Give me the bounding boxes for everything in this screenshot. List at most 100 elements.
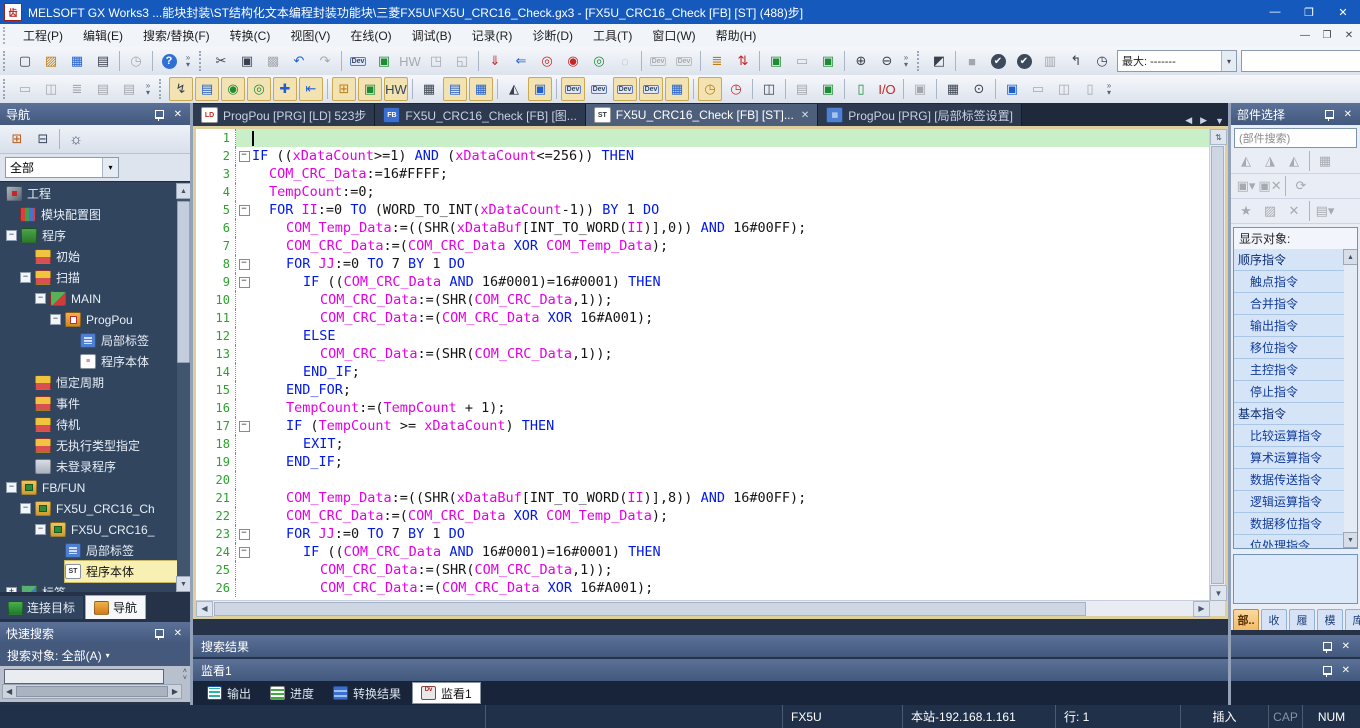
close-icon[interactable]: ✕: [1344, 109, 1352, 120]
tree-expand-icon[interactable]: −: [20, 272, 31, 283]
bottom-tab-进度[interactable]: 进度: [262, 683, 322, 703]
tree-item[interactable]: −FB/FUN: [0, 477, 177, 498]
dock-tab-连接目标[interactable]: 连接目标: [0, 596, 83, 619]
new-project-button[interactable]: ▢: [13, 49, 37, 73]
instruction-category[interactable]: 触点指令: [1234, 271, 1344, 293]
code-line[interactable]: 16TempCount:=(TempCount + 1);: [196, 399, 1210, 417]
quick-search-hscrollbar[interactable]: ◀ ▶: [2, 684, 182, 699]
bottom-tab-转换结果[interactable]: 转换结果: [325, 683, 409, 703]
menu-编辑[interactable]: 编辑(E): [73, 24, 133, 47]
element-search-input[interactable]: (部件搜索): [1234, 128, 1357, 148]
editor-vertical-scrollbar[interactable]: ⇅ ▼: [1209, 129, 1225, 601]
editor-horizontal-scrollbar[interactable]: ◀ ▶: [196, 600, 1210, 616]
tree-item[interactable]: −程序: [0, 225, 177, 246]
help-button[interactable]: ?: [157, 49, 181, 73]
watch-timer-button[interactable]: ◷: [1090, 49, 1114, 73]
window-tile-button[interactable]: ◫: [39, 77, 63, 101]
zoom-in-button[interactable]: ⊕: [849, 49, 873, 73]
tree-item[interactable]: 局部标签: [0, 540, 177, 561]
window-property-button[interactable]: ▤: [91, 77, 115, 101]
menu-工程[interactable]: 工程(P): [13, 24, 73, 47]
tree-item[interactable]: ST程序本体: [0, 561, 177, 582]
mdi-restore-button[interactable]: ❐: [1316, 27, 1338, 45]
display-order-button[interactable]: ▤▾: [1314, 201, 1336, 222]
cut-button[interactable]: ✂: [209, 49, 233, 73]
zoom-out-button[interactable]: ⊖: [875, 49, 899, 73]
tree-item[interactable]: 局部标签: [0, 330, 177, 351]
watch-start-button[interactable]: ◷: [698, 77, 722, 101]
program-check-button[interactable]: ◉: [221, 77, 245, 101]
instruction-category[interactable]: 逻辑运算指令: [1234, 491, 1344, 513]
instruction-category[interactable]: 移位指令: [1234, 337, 1344, 359]
window-list-button[interactable]: ≣: [65, 77, 89, 101]
menu-工具[interactable]: 工具(T): [583, 24, 642, 47]
verify-with-plc-button[interactable]: ◎: [535, 49, 559, 73]
fold-collapse-icon[interactable]: −: [239, 205, 250, 216]
tree-item[interactable]: −FX5U_CRC16_: [0, 519, 177, 540]
menu-调试[interactable]: 调试(B): [402, 24, 462, 47]
scrollbar-thumb[interactable]: [214, 602, 1086, 616]
maximize-button[interactable]: ❐: [1292, 0, 1326, 24]
parts-tab-部[interactable]: 部..: [1233, 609, 1259, 630]
ladder-readonly-button[interactable]: ▭: [790, 49, 814, 73]
cross-reference-button[interactable]: ▦: [665, 77, 689, 101]
step-break-button[interactable]: ↰: [1064, 49, 1088, 73]
instruction-category[interactable]: 停止指令: [1234, 381, 1344, 403]
window-cascade-button[interactable]: ▭: [13, 77, 37, 101]
menu-搜索/替换[interactable]: 搜索/替换(F): [133, 24, 220, 47]
instruction-category[interactable]: 位处理指令: [1234, 535, 1344, 549]
simulation-stop-button[interactable]: ■: [960, 49, 984, 73]
device-write-button[interactable]: Dev: [672, 49, 696, 73]
tree-item[interactable]: ≡程序本体: [0, 351, 177, 372]
quick-search-input[interactable]: [4, 669, 164, 684]
bottom-tab-监看1[interactable]: 监看1: [412, 682, 481, 704]
navigation-window-toggle-button[interactable]: ⊞: [332, 77, 356, 101]
recent-history-button[interactable]: ◷: [124, 49, 148, 73]
instruction-category[interactable]: 主控指令: [1234, 359, 1344, 381]
scroll-up-icon[interactable]: ▲: [1343, 249, 1358, 265]
menu-在线[interactable]: 在线(O): [340, 24, 401, 47]
tree-item[interactable]: +标签: [0, 582, 177, 592]
code-line[interactable]: 15END_FOR;: [196, 381, 1210, 399]
pin-icon[interactable]: [155, 110, 164, 119]
tree-item[interactable]: 初始: [0, 246, 177, 267]
rebuild-all-button[interactable]: ▤: [195, 77, 219, 101]
close-icon[interactable]: ✕: [1342, 665, 1350, 676]
fold-collapse-icon[interactable]: −: [239, 277, 250, 288]
io-check-button[interactable]: I/O: [875, 77, 899, 101]
parts-tab-库[interactable]: 库: [1345, 609, 1360, 630]
category-list-scrollbar[interactable]: ▲ ▼: [1344, 249, 1357, 548]
find-button[interactable]: ◭: [502, 77, 526, 101]
code-line[interactable]: 18EXIT;: [196, 435, 1210, 453]
chevron-down-icon[interactable]: ▾: [102, 158, 118, 177]
fold-collapse-icon[interactable]: −: [239, 151, 250, 162]
scroll-right-icon[interactable]: ▶: [1193, 601, 1210, 617]
st-editor[interactable]: 12−IF ((xDataCount>=1) AND (xDataCount<=…: [196, 129, 1225, 616]
fold-collapse-icon[interactable]: −: [239, 547, 250, 558]
device-comment-display-button[interactable]: Dev: [561, 77, 585, 101]
simulation-step-button[interactable]: ✔: [1012, 49, 1036, 73]
instruction-category[interactable]: 输出指令: [1234, 315, 1344, 337]
document-tab[interactable]: LDProgPou [PRG] [LD] 523步: [193, 104, 375, 126]
fold-collapse-icon[interactable]: −: [239, 421, 250, 432]
place-element-button[interactable]: ▣▾: [1235, 176, 1257, 197]
code-line[interactable]: 8−FOR JJ:=0 TO 7 BY 1 DO: [196, 255, 1210, 273]
watch-stop-button[interactable]: ◷: [724, 77, 748, 101]
redo-button[interactable]: ↷: [313, 49, 337, 73]
label-editor-button[interactable]: ▯: [849, 77, 873, 101]
dock-readonly-3-button[interactable]: ▯: [1078, 77, 1102, 101]
left-splitter[interactable]: [190, 103, 193, 705]
tree-expand-icon[interactable]: −: [35, 293, 46, 304]
search-forward-button[interactable]: ◮: [1259, 151, 1281, 172]
search-back-button[interactable]: ◭: [1235, 151, 1257, 172]
toolbar-overflow-button[interactable]: »▾: [142, 77, 154, 101]
device-test-button[interactable]: ◩: [927, 49, 951, 73]
tree-item[interactable]: −MAIN: [0, 288, 177, 309]
tree-expand-icon[interactable]: +: [6, 587, 17, 592]
find-device-button[interactable]: ⊙: [967, 77, 991, 101]
remote-operation-button[interactable]: ▣: [372, 49, 396, 73]
paste-button[interactable]: ▩: [261, 49, 285, 73]
scroll-left-icon[interactable]: ◀: [6, 687, 12, 696]
right-splitter[interactable]: [1228, 103, 1231, 705]
tab-list-icon[interactable]: ▼: [1215, 116, 1224, 126]
